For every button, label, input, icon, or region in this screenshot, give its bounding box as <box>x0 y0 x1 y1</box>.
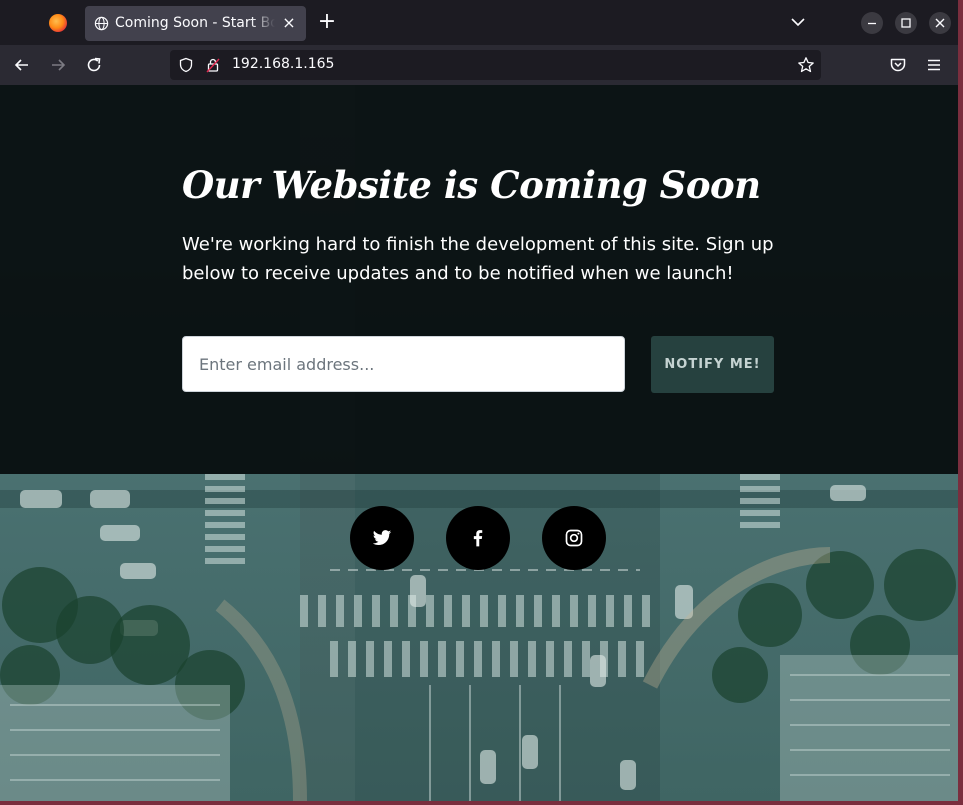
close-icon <box>935 18 945 28</box>
maximize-icon <box>901 18 911 28</box>
forward-icon[interactable] <box>48 55 68 75</box>
twitter-link[interactable] <box>350 506 414 570</box>
tab-title: Coming Soon - Start Bootstrap <box>115 15 275 31</box>
star-icon[interactable] <box>797 56 815 74</box>
reload-icon[interactable] <box>84 55 104 75</box>
back-icon[interactable] <box>12 55 32 75</box>
lead-text: We're working hard to finish the develop… <box>182 234 774 284</box>
facebook-link[interactable] <box>446 506 510 570</box>
page-title: Our Website is Coming Soon <box>182 163 761 207</box>
instagram-icon <box>565 529 583 547</box>
url-text: 192.168.1.165 <box>232 56 335 72</box>
lock-icon[interactable] <box>205 57 221 73</box>
title-bar: Coming Soon - Start Bootstrap × + <box>0 0 958 45</box>
address-bar[interactable]: 192.168.1.165 <box>170 50 821 80</box>
chevron-down-icon[interactable] <box>788 12 808 32</box>
minimize-button[interactable] <box>861 12 883 34</box>
firefox-logo[interactable] <box>49 14 67 32</box>
email-field-wrapper <box>182 336 625 392</box>
page-content: Our Website is Coming Soon We're working… <box>0 85 958 801</box>
close-window-button[interactable] <box>929 12 951 34</box>
tab-close-button[interactable]: × <box>280 13 298 33</box>
browser-window: Coming Soon - Start Bootstrap × + <box>0 0 958 801</box>
shield-icon[interactable] <box>178 57 194 73</box>
menu-icon[interactable] <box>924 55 944 75</box>
navigation-bar: 192.168.1.165 <box>0 45 958 85</box>
minimize-icon <box>868 22 876 25</box>
masthead: Our Website is Coming Soon We're working… <box>0 85 958 474</box>
twitter-icon <box>372 530 392 545</box>
email-input[interactable] <box>183 337 615 391</box>
instagram-link[interactable] <box>542 506 606 570</box>
new-tab-button[interactable]: + <box>316 10 338 34</box>
facebook-icon <box>473 530 483 547</box>
browser-tab[interactable]: Coming Soon - Start Bootstrap × <box>85 6 306 41</box>
globe-icon <box>94 16 109 31</box>
notify-button[interactable]: NOTIFY ME! <box>651 336 774 393</box>
maximize-button[interactable] <box>895 12 917 34</box>
pocket-icon[interactable] <box>888 55 908 75</box>
